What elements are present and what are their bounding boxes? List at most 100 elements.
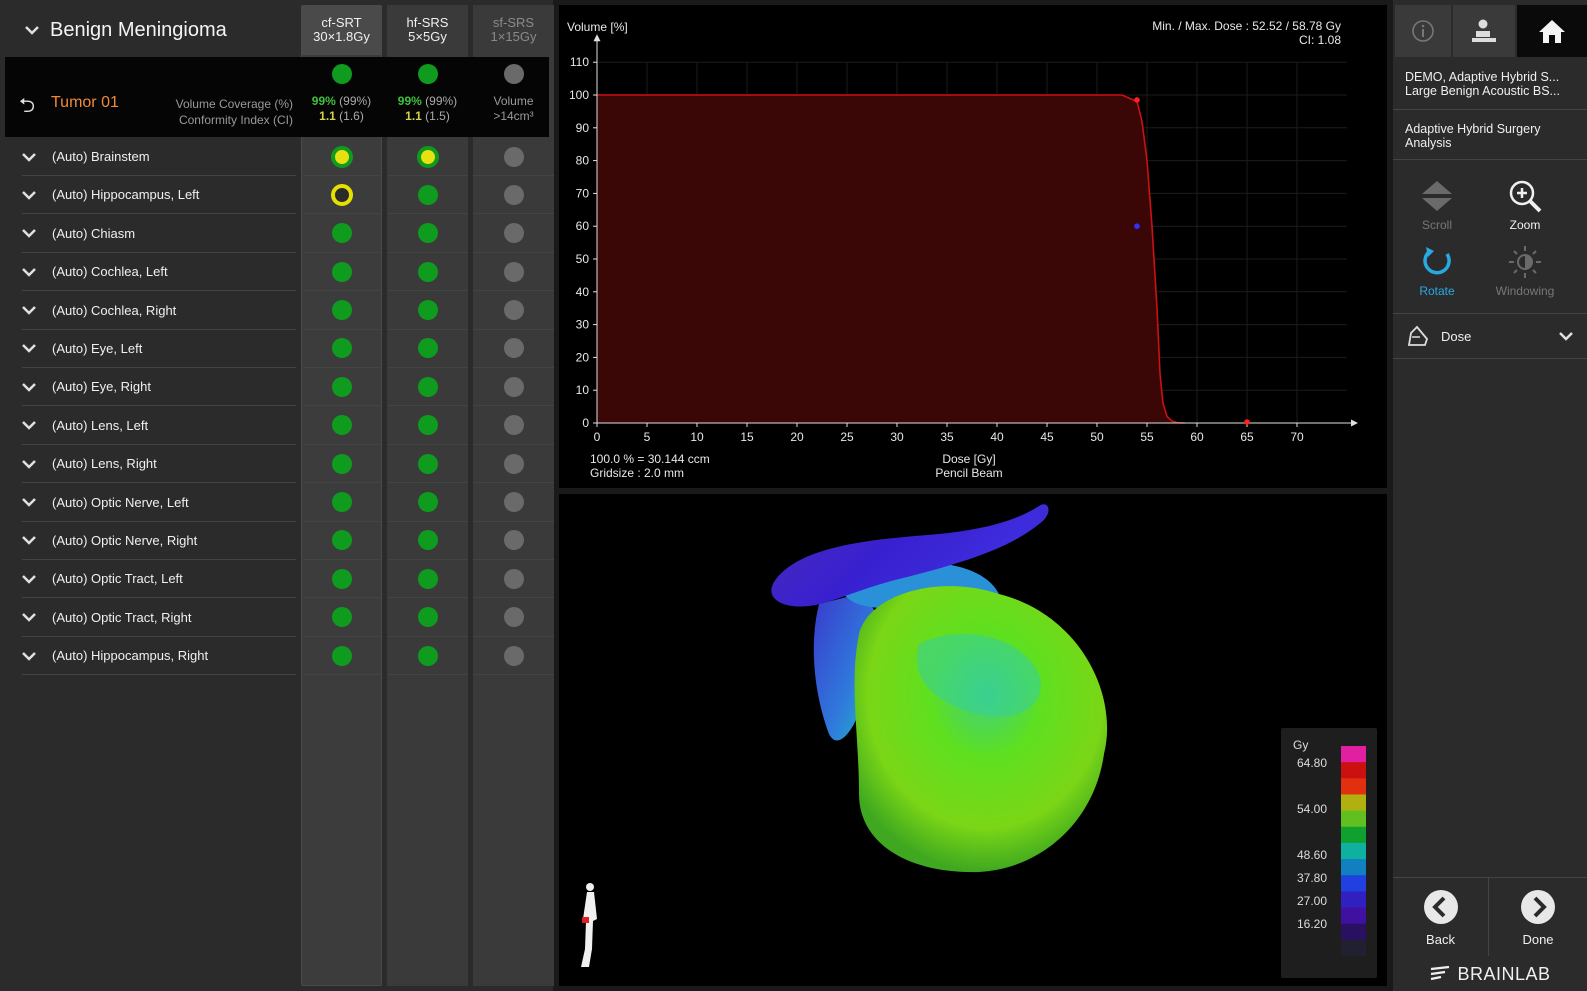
organ-status-cell[interactable]	[387, 330, 468, 368]
rotate-tool[interactable]: Rotate	[1393, 240, 1481, 298]
organ-status-cell[interactable]	[473, 522, 554, 560]
organ-status-cell[interactable]	[387, 407, 468, 445]
table-row[interactable]: (Auto) Optic Tract, Right	[0, 599, 554, 637]
done-label: Done	[1522, 932, 1554, 947]
organ-status-cell[interactable]	[387, 560, 468, 599]
organ-status-cell[interactable]	[387, 292, 468, 330]
organ-status-cell[interactable]	[473, 138, 554, 176]
table-row[interactable]: (Auto) Hippocampus, Left	[0, 176, 554, 215]
status-indicator-icon	[331, 64, 352, 84]
organ-status-cell[interactable]	[387, 599, 468, 637]
analysis-info[interactable]: Adaptive Hybrid Surgery Analysis	[1393, 112, 1587, 160]
organ-status-cell[interactable]	[473, 484, 554, 522]
table-row[interactable]: (Auto) Optic Nerve, Right	[0, 522, 554, 560]
tumor-cell-hf-srs[interactable]: 99% (99%) 1.1 (1.5)	[387, 57, 468, 137]
organ-status-cell[interactable]	[473, 292, 554, 330]
done-button[interactable]: Done	[1490, 878, 1586, 956]
organ-status-cell[interactable]	[301, 330, 382, 368]
table-row[interactable]: (Auto) Eye, Right	[0, 368, 554, 407]
back-arrow-icon[interactable]: ⮌	[19, 91, 35, 125]
organ-label[interactable]: (Auto) Optic Nerve, Right	[22, 522, 296, 560]
organ-status-cell[interactable]	[473, 215, 554, 253]
table-row[interactable]: (Auto) Cochlea, Left	[0, 253, 554, 292]
zoom-tool[interactable]: Zoom	[1481, 174, 1569, 232]
organ-status-cell[interactable]	[473, 637, 554, 676]
colorbar-segment	[1341, 794, 1366, 812]
organ-status-cell[interactable]	[473, 253, 554, 292]
table-row[interactable]: (Auto) Eye, Left	[0, 330, 554, 368]
plan-header-sf-srs[interactable]: sf-SRS 1×15Gy	[473, 5, 554, 55]
x-tick-label: 65	[1240, 430, 1254, 444]
dvh-chart[interactable]: 0 5 10 15 20 25 30 35 40 45 50 55 60 65 70 0 10 20 30 40 50 6…	[559, 5, 1387, 488]
y-tick-label: 70	[576, 186, 590, 200]
organ-label[interactable]: (Auto) Hippocampus, Left	[22, 176, 296, 215]
indication-header[interactable]: Benign Meningioma	[0, 5, 296, 55]
organ-label[interactable]: (Auto) Cochlea, Left	[22, 253, 296, 292]
organ-status-cell[interactable]	[387, 445, 468, 484]
organ-label[interactable]: (Auto) Eye, Left	[22, 330, 296, 368]
organ-label[interactable]: (Auto) Optic Tract, Left	[22, 560, 296, 599]
organ-label[interactable]: (Auto) Optic Tract, Right	[22, 599, 296, 637]
organ-status-cell[interactable]	[387, 215, 468, 253]
organ-status-cell[interactable]	[473, 445, 554, 484]
table-row[interactable]: (Auto) Lens, Right	[0, 445, 554, 484]
organ-label[interactable]: (Auto) Hippocampus, Right	[22, 637, 296, 676]
organ-status-cell[interactable]	[473, 599, 554, 637]
table-row[interactable]: (Auto) Cochlea, Right	[0, 292, 554, 330]
organ-label[interactable]: (Auto) Lens, Left	[22, 407, 296, 445]
organ-status-cell[interactable]	[301, 484, 382, 522]
plan-header-hf-srs[interactable]: hf-SRS 5×5Gy	[387, 5, 468, 55]
organ-label[interactable]: (Auto) Brainstem	[22, 138, 296, 176]
scroll-tool[interactable]: Scroll	[1393, 174, 1481, 232]
info-button[interactable]	[1395, 5, 1451, 57]
organ-label[interactable]: (Auto) Chiasm	[22, 215, 296, 253]
organ-status-cell[interactable]	[387, 138, 468, 176]
organ-status-cell[interactable]	[473, 560, 554, 599]
back-button[interactable]: Back	[1393, 878, 1489, 956]
patient-button[interactable]	[1453, 5, 1515, 57]
organ-status-cell[interactable]	[473, 330, 554, 368]
tumor-row[interactable]: ⮌ Tumor 01 Volume Coverage (%) Conformit…	[5, 57, 549, 137]
table-row[interactable]: (Auto) Lens, Left	[0, 407, 554, 445]
organ-status-cell[interactable]	[301, 138, 382, 176]
organ-status-cell[interactable]	[301, 368, 382, 407]
table-row[interactable]: (Auto) Optic Nerve, Left	[0, 484, 554, 522]
organ-status-cell[interactable]	[473, 176, 554, 215]
organ-status-cell[interactable]	[301, 599, 382, 637]
organ-status-cell[interactable]	[301, 445, 382, 484]
organ-status-cell[interactable]	[387, 368, 468, 407]
organ-label[interactable]: (Auto) Cochlea, Right	[22, 292, 296, 330]
patient-info[interactable]: DEMO, Adaptive Hybrid S... Large Benign …	[1393, 60, 1587, 110]
organ-status-cell[interactable]	[301, 292, 382, 330]
organ-status-cell[interactable]	[387, 522, 468, 560]
organ-status-cell[interactable]	[387, 176, 468, 215]
table-row[interactable]: (Auto) Hippocampus, Right	[0, 637, 554, 676]
organ-status-cell[interactable]	[301, 253, 382, 292]
organ-status-cell[interactable]	[301, 522, 382, 560]
home-button[interactable]	[1517, 5, 1587, 57]
dose-dropdown[interactable]: Dose	[1393, 313, 1587, 359]
organ-label[interactable]: (Auto) Lens, Right	[22, 445, 296, 484]
table-row[interactable]: (Auto) Chiasm	[0, 215, 554, 253]
organ-label[interactable]: (Auto) Optic Nerve, Left	[22, 484, 296, 522]
organ-status-cell[interactable]	[387, 637, 468, 676]
y-tick-label: 100	[569, 88, 589, 102]
3d-dose-view[interactable]: Gy 64.80 54.00 48.60 37.80 27.00 16.20	[559, 494, 1387, 986]
tumor-cell-cf-srt[interactable]: 99% (99%) 1.1 (1.6)	[301, 57, 382, 137]
tumor-cell-sf-srs[interactable]: Volume >14cm³	[473, 57, 554, 137]
organ-status-cell[interactable]	[301, 215, 382, 253]
organ-status-cell[interactable]	[301, 407, 382, 445]
organ-status-cell[interactable]	[473, 368, 554, 407]
table-row[interactable]: (Auto) Optic Tract, Left	[0, 560, 554, 599]
windowing-tool[interactable]: Windowing	[1481, 240, 1569, 298]
organ-status-cell[interactable]	[301, 637, 382, 676]
organ-status-cell[interactable]	[387, 253, 468, 292]
organ-label[interactable]: (Auto) Eye, Right	[22, 368, 296, 407]
plan-header-cf-srt[interactable]: cf-SRT 30×1.8Gy	[301, 5, 382, 55]
status-indicator-icon	[417, 607, 438, 628]
organ-status-cell[interactable]	[473, 407, 554, 445]
organ-status-cell[interactable]	[301, 560, 382, 599]
table-row[interactable]: (Auto) Brainstem	[0, 138, 554, 176]
organ-status-cell[interactable]	[387, 484, 468, 522]
organ-status-cell[interactable]	[301, 176, 382, 215]
